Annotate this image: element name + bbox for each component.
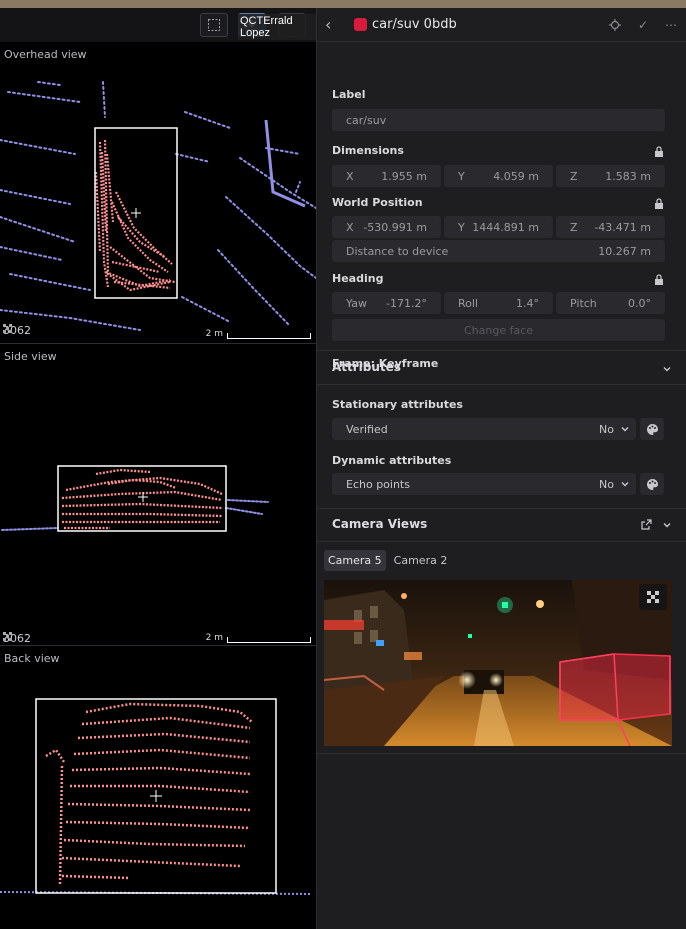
position-x-value: -530.991 m [363, 220, 427, 234]
section-divider [317, 753, 686, 754]
roll-field[interactable]: Roll 1.4° [444, 292, 553, 314]
lidar-viewport[interactable]: QCTErrald Lopez Overhead view 3062 2 m S… [0, 8, 316, 929]
tab-camera-2[interactable]: Camera 2 [390, 550, 452, 571]
yaw-field[interactable]: Yaw -171.2° [332, 292, 441, 314]
box-select-icon [208, 19, 220, 31]
chevron-down-icon [621, 482, 629, 487]
position-z-value: -43.471 m [594, 220, 651, 234]
pitch-field[interactable]: Pitch 0.0° [556, 292, 665, 314]
dimension-x-value: 1.955 m [381, 169, 427, 183]
dimension-z-value: 1.583 m [605, 169, 651, 183]
pitch-label: Pitch [570, 296, 597, 310]
scale-indicator: 2 m [206, 329, 311, 339]
distance-value: 10.267 m [598, 244, 651, 258]
camera-image[interactable] [324, 580, 672, 746]
palette-icon [646, 478, 658, 490]
world-position-title: World Position [332, 196, 423, 209]
attributes-header[interactable]: Attributes [332, 360, 401, 374]
yaw-label: Yaw [346, 296, 367, 310]
object-inspector-panel: ‹ car/suv 0bdb ✓ ⋯ Label car/suv Dimensi… [316, 8, 686, 929]
dynamic-attributes-title: Dynamic attributes [332, 454, 452, 467]
object-title: car/suv 0bdb [372, 17, 457, 32]
change-face-button[interactable]: Change face [332, 319, 665, 341]
view-title: Side view [4, 350, 57, 363]
view-title: Back view [4, 652, 60, 665]
back-arrow-icon[interactable]: ‹ [325, 15, 339, 34]
heading-lock-icon[interactable] [654, 274, 664, 285]
verified-select[interactable]: Verified No [332, 418, 636, 440]
checker-icon [647, 591, 659, 603]
dimension-y-value: 4.059 m [493, 169, 539, 183]
dimension-y-field[interactable]: Y 4.059 m [444, 165, 553, 187]
dimension-z-field[interactable]: Z 1.583 m [556, 165, 665, 187]
check-icon[interactable]: ✓ [636, 18, 650, 32]
overhead-view[interactable]: Overhead view 3062 2 m [0, 42, 316, 343]
position-x-field[interactable]: X -530.991 m [332, 216, 441, 238]
back-view[interactable]: Back view [0, 646, 316, 929]
distance-label: Distance to device [346, 244, 449, 258]
tab-camera-5[interactable]: Camera 5 [324, 550, 386, 571]
roll-label: Roll [458, 296, 478, 310]
checker-icon [3, 632, 12, 641]
echo-points-value: No [599, 477, 614, 491]
locate-icon[interactable] [608, 18, 622, 32]
side-point-cloud [1, 465, 269, 532]
scale-bar [227, 637, 311, 643]
chevron-down-icon[interactable] [662, 520, 672, 530]
external-link-icon[interactable] [641, 519, 652, 530]
view-title: Overhead view [4, 48, 87, 61]
distance-field: Distance to device 10.267 m [332, 240, 665, 262]
world-position-lock-icon[interactable] [654, 198, 664, 209]
section-divider [317, 508, 686, 509]
side-view[interactable]: Side view 3062 2 m [0, 344, 316, 645]
scale-label: 2 m [205, 633, 223, 643]
user-name-tag: QCTErrald Lopez [238, 14, 316, 40]
camera-tabs: Camera 5 Camera 2 [324, 550, 451, 571]
scale-bar [227, 333, 311, 339]
camera-scene [324, 580, 672, 746]
point-count: 3062 [3, 324, 31, 337]
viewport-toolbar: QCTErrald Lopez [0, 8, 316, 42]
roll-value: 1.4° [516, 296, 539, 310]
section-divider [317, 541, 686, 542]
pitch-value: 0.0° [628, 296, 651, 310]
yaw-value: -171.2° [386, 296, 427, 310]
camera-points-toggle-button[interactable] [639, 584, 667, 610]
change-face-label: Change face [463, 323, 534, 337]
camera-views-header[interactable]: Camera Views [332, 517, 427, 531]
palette-icon [646, 423, 658, 435]
section-divider [317, 384, 686, 385]
verified-value: No [599, 422, 614, 436]
verified-label: Verified [346, 422, 388, 436]
more-options-icon[interactable]: ⋯ [664, 18, 678, 32]
echo-points-select[interactable]: Echo points No [332, 473, 636, 495]
section-divider [317, 350, 686, 351]
echo-points-palette-button[interactable] [640, 473, 664, 495]
overhead-point-cloud [0, 81, 316, 331]
label-title: Label [332, 88, 366, 101]
echo-points-label: Echo points [346, 477, 410, 491]
dimension-x-field[interactable]: X 1.955 m [332, 165, 441, 187]
checker-icon [3, 324, 12, 333]
chevron-down-icon [621, 427, 629, 432]
position-y-field[interactable]: Y 1444.891 m [444, 216, 553, 238]
window-top-strip [0, 0, 686, 8]
back-point-cloud [0, 698, 313, 895]
chevron-down-icon[interactable] [662, 364, 672, 374]
dimensions-title: Dimensions [332, 144, 404, 157]
scale-label: 2 m [205, 329, 223, 339]
heading-title: Heading [332, 272, 384, 285]
point-count: 3062 [3, 632, 31, 645]
label-value: car/suv [346, 113, 387, 127]
label-field[interactable]: car/suv [332, 109, 665, 131]
scale-indicator: 2 m [206, 633, 311, 643]
dimensions-lock-icon[interactable] [654, 146, 664, 157]
verified-palette-button[interactable] [640, 418, 664, 440]
stationary-attributes-title: Stationary attributes [332, 398, 463, 411]
position-z-field[interactable]: Z -43.471 m [556, 216, 665, 238]
position-y-value: 1444.891 m [472, 220, 539, 234]
object-color-swatch [354, 18, 367, 31]
box-select-button[interactable] [200, 13, 228, 37]
panel-header: ‹ car/suv 0bdb ✓ ⋯ [317, 8, 686, 42]
